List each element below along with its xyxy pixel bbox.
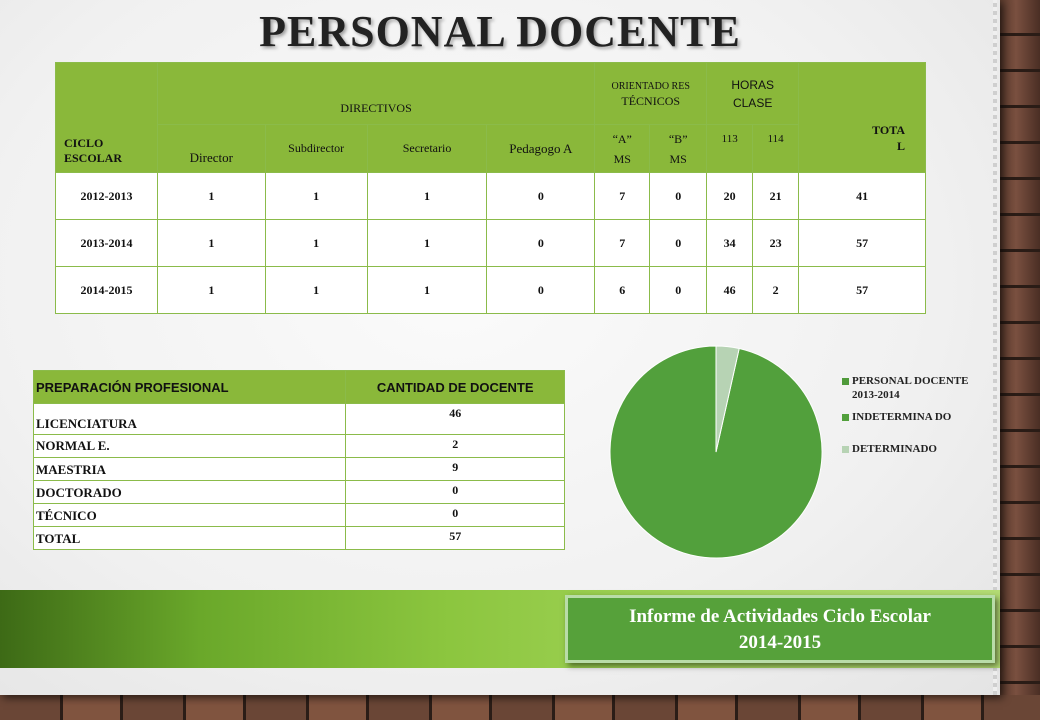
header-orientadores: ORIENTADO RES (611, 80, 690, 92)
legend-label: PERSONAL DOCENTE 2013-2014 (852, 375, 969, 401)
header-cantidad-docente: CANTIDAD DE DOCENTE (345, 370, 565, 404)
cell-113: 20 (706, 172, 754, 220)
subheader-114: 114 (752, 124, 800, 173)
cell-pedagogo: 0 (486, 266, 596, 314)
table-row: 2013-2014 1 1 1 0 7 0 34 23 57 (55, 219, 926, 267)
chart-legend: PERSONAL DOCENTE 2013-2014 INDETERMINA D… (842, 374, 972, 462)
subheader-pedagogo: Pedagogo A (486, 124, 596, 173)
header-tecnicos: TÉCNICOS (621, 93, 681, 108)
legend-swatch (842, 414, 849, 421)
cell-pedagogo: 0 (486, 219, 596, 267)
legend-swatch (842, 378, 849, 385)
cell-114: 21 (752, 172, 800, 220)
preparation-header-row: PREPARACIÓN PROFESIONAL CANTIDAD DE DOCE… (32, 370, 565, 404)
table-row: DOCTORADO 0 (32, 480, 565, 504)
subheader-a-ms: “A” MS (594, 124, 651, 173)
header-ciclo-escolar: CICLO ESCOLAR (55, 62, 158, 173)
cell-b-ms: 0 (649, 219, 708, 267)
legend-item: DETERMINADO (842, 442, 972, 456)
cell-prep-value: 0 (345, 503, 565, 527)
staff-table: CICLO ESCOLAR DIRECTIVOS ORIENTADO RES T… (55, 62, 926, 314)
header-total-label: TOTA L (872, 122, 905, 153)
brick-wall-bottom (0, 695, 1040, 720)
cell-prep-label: TÉCNICO (32, 503, 347, 527)
table-row: TÉCNICO 0 (32, 503, 565, 527)
cell-113: 34 (706, 219, 754, 267)
cell-subdirector: 1 (264, 172, 368, 220)
cell-secretario: 1 (366, 172, 488, 220)
legend-item: PERSONAL DOCENTE 2013-2014 (842, 374, 972, 402)
cell-total: 41 (798, 172, 926, 220)
subheader-subdirector: Subdirector (264, 124, 368, 173)
banner-line-2: 2014-2015 (738, 632, 822, 653)
header-total: TOTA L (798, 62, 926, 173)
cell-114: 2 (752, 266, 800, 314)
cell-prep-label: LICENCIATURA (32, 403, 347, 435)
cell-total: 57 (798, 266, 926, 314)
pie-chart (609, 345, 823, 559)
legend-label: DETERMINADO (852, 443, 937, 455)
legend-label: INDETERMINA DO (852, 411, 952, 423)
cell-prep-value: 9 (345, 457, 565, 481)
header-preparacion-profesional: PREPARACIÓN PROFESIONAL (32, 370, 347, 404)
cell-subdirector: 1 (264, 219, 368, 267)
preparation-table: PREPARACIÓN PROFESIONAL CANTIDAD DE DOCE… (32, 370, 565, 550)
report-banner: Informe de Actividades Ciclo Escolar 201… (565, 595, 995, 663)
subheader-secretario: Secretario (366, 124, 488, 173)
cell-secretario: 1 (366, 219, 488, 267)
cell-prep-label: TOTAL (32, 526, 347, 550)
cell-113: 46 (706, 266, 754, 314)
cell-director: 1 (156, 219, 266, 267)
table-row: 2014-2015 1 1 1 0 6 0 46 2 57 (55, 266, 926, 314)
cell-prep-label: MAESTRIA (32, 457, 347, 481)
subheader-b-ms: “B” MS (649, 124, 708, 173)
cell-a-ms: 7 (594, 219, 651, 267)
table-row: TOTAL 57 (32, 526, 565, 550)
cell-pedagogo: 0 (486, 172, 596, 220)
cell-subdirector: 1 (264, 266, 368, 314)
brick-wall-background (1000, 0, 1040, 720)
legend-swatch (842, 446, 849, 453)
subheader-113: 113 (706, 124, 754, 173)
banner-line-1: Informe de Actividades Ciclo Escolar (629, 606, 931, 627)
cell-b-ms: 0 (649, 266, 708, 314)
table-row: NORMAL E. 2 (32, 434, 565, 458)
cell-b-ms: 0 (649, 172, 708, 220)
cell-a-ms: 6 (594, 266, 651, 314)
cell-prep-value: 57 (345, 526, 565, 550)
cell-total: 57 (798, 219, 926, 267)
legend-item: INDETERMINA DO (842, 410, 972, 424)
cell-ciclo: 2014-2015 (55, 266, 158, 314)
cell-prep-label: DOCTORADO (32, 480, 347, 504)
table-row: LICENCIATURA 46 (32, 403, 565, 435)
cell-prep-label: NORMAL E. (32, 434, 347, 458)
header-directivos: DIRECTIVOS (156, 62, 596, 125)
cell-prep-value: 2 (345, 434, 565, 458)
table-row: MAESTRIA 9 (32, 457, 565, 481)
table-row: 2012-2013 1 1 1 0 7 0 20 21 41 (55, 172, 926, 220)
cell-a-ms: 7 (594, 172, 651, 220)
subheader-director: Director (156, 124, 266, 173)
header-orientadores-tecnicos: ORIENTADO RES TÉCNICOS (594, 62, 708, 125)
cell-director: 1 (156, 172, 266, 220)
cell-114: 23 (752, 219, 800, 267)
cell-ciclo: 2013-2014 (55, 219, 158, 267)
header-horas-clase: HORAS CLASE (706, 62, 800, 125)
cell-ciclo: 2012-2013 (55, 172, 158, 220)
cell-director: 1 (156, 266, 266, 314)
cell-prep-value: 0 (345, 480, 565, 504)
cell-secretario: 1 (366, 266, 488, 314)
page-title: PERSONAL DOCENTE (259, 7, 741, 56)
cell-prep-value: 46 (345, 403, 565, 435)
